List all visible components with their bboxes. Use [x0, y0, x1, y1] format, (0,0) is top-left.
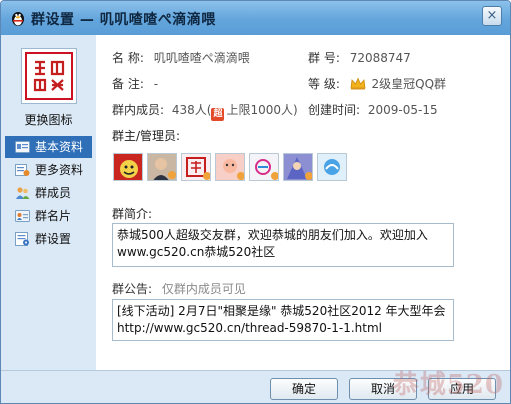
group-created-row: 创建时间: 2009-05-15	[308, 101, 438, 118]
intro-line: www.gc520.cn恭城520社区	[117, 245, 276, 259]
change-icon-link[interactable]: 更换图标	[1, 111, 96, 128]
sidebar-item-group-settings[interactable]: 群设置	[5, 228, 92, 250]
window-title: 群设置 — 叽叽喳喳ぺ滴滴喂	[31, 12, 216, 28]
sidebar-item-more-info[interactable]: 更多资料	[5, 159, 92, 181]
group-settings-window: 群设置 — 叽叽喳喳ぺ滴滴喂 × 更换图标 基本资料 更多资料 群成员 群名片 …	[0, 0, 511, 404]
notice-line: http://www.gc520.cn/thread-59870-1-1.htm…	[117, 321, 383, 335]
admin-avatar-image	[287, 157, 312, 180]
group-members-count: 438人(	[171, 103, 212, 117]
notice-line: [线下活动] 2月7日"相聚是缘" 恭城520社区2012 年大型年会	[117, 304, 446, 318]
group-number-row: 群 号: 72088747	[308, 49, 411, 66]
sidebar-item-members[interactable]: 群成员	[5, 182, 92, 204]
sidebar: 更换图标 基本资料 更多资料 群成员 群名片 群设置	[1, 35, 96, 370]
sidebar-item-label: 更多资料	[35, 163, 84, 177]
group-number-label: 群 号:	[308, 51, 340, 65]
info-card-icon	[15, 141, 30, 153]
group-notice-box[interactable]: [线下活动] 2月7日"相聚是缘" 恭城520社区2012 年大型年会 http…	[112, 299, 454, 341]
group-seal-image	[25, 52, 73, 100]
group-intro-box[interactable]: 恭城500人超级交友群，欢迎恭城的朋友们加入。欢迎加入 www.gc520.cn…	[112, 223, 454, 267]
intro-label: 群简介:	[112, 207, 153, 221]
crown-icon	[350, 77, 366, 90]
more-info-icon	[15, 164, 30, 176]
notice-header: 群公告: 仅群内成员可见	[112, 280, 246, 297]
title-bar[interactable]: 群设置 — 叽叽喳喳ぺ滴滴喂 ×	[1, 1, 510, 35]
sidebar-item-label: 群设置	[35, 232, 72, 246]
settings-icon	[15, 232, 29, 246]
sidebar-item-basic-info[interactable]: 基本资料	[5, 136, 92, 158]
name-card-icon	[15, 210, 30, 222]
ok-button[interactable]: 确定	[270, 378, 338, 400]
admin-avatar[interactable]	[113, 153, 143, 181]
seal-icon	[28, 55, 70, 97]
group-level-row: 等 级: 2级皇冠QQ群	[308, 75, 446, 92]
group-note-label: 备 注:	[112, 77, 144, 91]
group-avatar[interactable]	[21, 48, 77, 104]
group-name-row: 名 称: 叽叽喳喳ぺ滴滴喂	[112, 49, 250, 66]
admin-avatar[interactable]	[215, 153, 245, 181]
admins-label: 群主/管理员:	[112, 129, 181, 143]
admin-avatar-image	[324, 159, 340, 175]
close-button[interactable]: ×	[482, 6, 502, 26]
notice-label: 群公告:	[112, 282, 153, 296]
basic-info-panel: 名 称: 叽叽喳喳ぺ滴滴喂 群 号: 72088747 备 注: - 等 级: …	[96, 35, 510, 370]
qq-penguin-icon	[12, 12, 24, 26]
group-name-label: 名 称:	[112, 51, 144, 65]
admin-avatar[interactable]	[181, 153, 211, 181]
group-name-value: 叽叽喳喳ぺ滴滴喂	[153, 51, 250, 65]
group-members-label: 群内成员:	[112, 103, 165, 117]
admin-avatar-image	[120, 160, 138, 178]
site-watermark: 恭城520	[392, 370, 504, 400]
dialog-footer: 确定 取消 应用 恭城520	[1, 370, 510, 403]
admin-avatar-image	[153, 158, 176, 180]
sidebar-item-name-card[interactable]: 群名片	[5, 205, 92, 227]
intro-line: 恭城500人超级交友群，欢迎恭城的朋友们加入。欢迎加入	[117, 228, 428, 242]
group-level-value: 2级皇冠QQ群	[371, 77, 447, 91]
sidebar-item-label: 群成员	[35, 186, 72, 200]
super-group-badge-icon: 超	[211, 108, 225, 121]
notice-hint: 仅群内成员可见	[161, 282, 246, 296]
sidebar-item-label: 基本资料	[35, 140, 84, 154]
admin-avatar-image	[223, 159, 244, 180]
admin-avatar[interactable]	[147, 153, 177, 181]
admin-avatar[interactable]	[249, 153, 279, 181]
group-note-row: 备 注: -	[112, 75, 158, 92]
group-created-value: 2009-05-15	[367, 103, 438, 117]
admin-avatar[interactable]	[317, 153, 347, 181]
group-members-row: 群内成员: 438人(超上限1000人)	[112, 101, 298, 121]
members-icon	[16, 187, 30, 199]
group-members-limit: 上限1000人)	[226, 103, 298, 117]
group-level-label: 等 级:	[308, 77, 340, 91]
group-created-label: 创建时间:	[308, 103, 361, 117]
group-note-value: -	[153, 77, 159, 91]
admin-avatar-image	[186, 157, 210, 180]
admin-avatar-image	[255, 159, 278, 180]
group-number-value: 72088747	[349, 51, 411, 65]
admin-avatar[interactable]	[283, 153, 313, 181]
sidebar-item-label: 群名片	[35, 209, 72, 223]
